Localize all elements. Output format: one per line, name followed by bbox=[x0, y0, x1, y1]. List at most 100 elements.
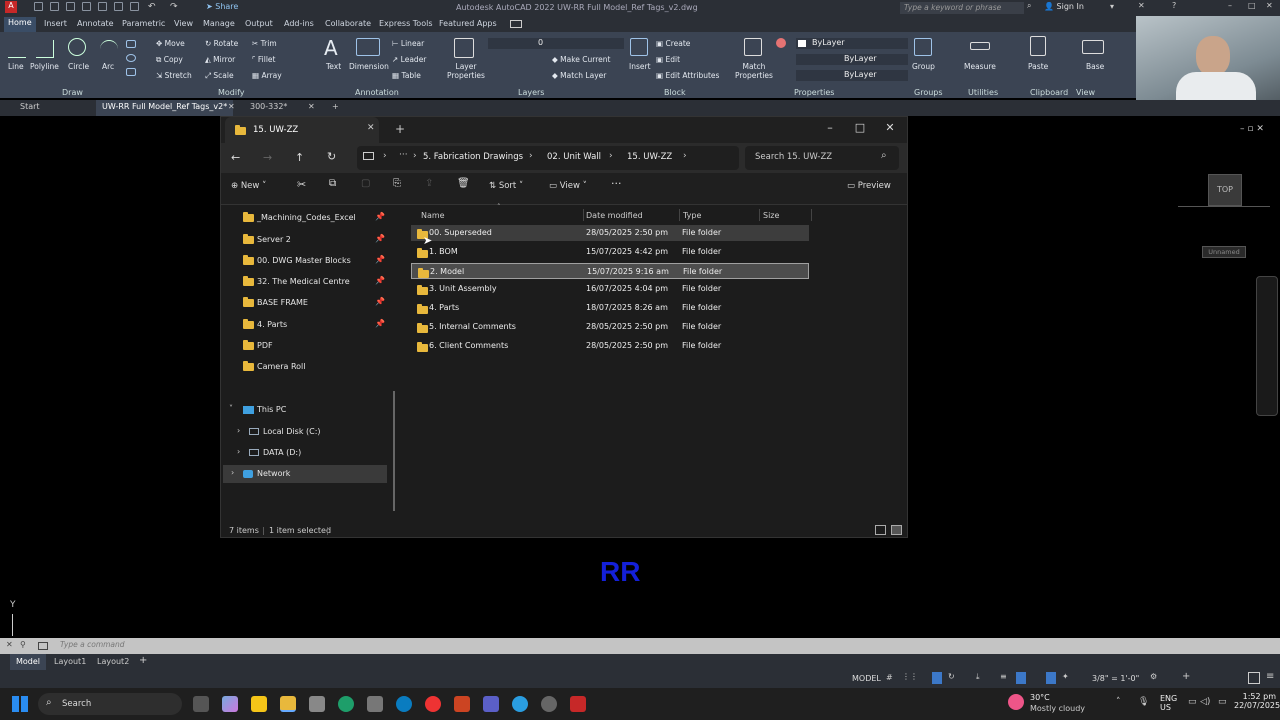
maximize-icon[interactable]: □ bbox=[847, 121, 873, 137]
skype-icon[interactable] bbox=[396, 696, 412, 712]
settings-icon[interactable]: ⚲ bbox=[20, 640, 26, 649]
close-tab-icon[interactable]: ✕ bbox=[308, 102, 315, 111]
viewport-controls[interactable]: – ▫ ✕ bbox=[1240, 124, 1264, 134]
weather-desc[interactable]: Mostly cloudy bbox=[1030, 704, 1085, 713]
trim-button[interactable]: ✂ Trim bbox=[252, 39, 277, 48]
file-row-client-comments[interactable]: 6. Client Comments 28/05/2025 2:50 pm File… bbox=[411, 338, 809, 354]
chevron-up-icon[interactable]: ˄ bbox=[1116, 697, 1121, 707]
circle-button[interactable]: Circle bbox=[68, 62, 89, 71]
group-view[interactable]: View bbox=[1076, 88, 1095, 97]
layer-dropdown[interactable]: 0 bbox=[488, 38, 624, 49]
rename-icon[interactable]: ⎘ bbox=[393, 178, 401, 189]
move-button[interactable]: ✥ Move bbox=[156, 39, 185, 48]
edge-icon[interactable] bbox=[338, 696, 354, 712]
group-modify[interactable]: Modify bbox=[218, 88, 245, 97]
language-indicator[interactable]: ENG US bbox=[1160, 694, 1177, 712]
column-type[interactable]: Type bbox=[683, 211, 701, 220]
layout-tab-layout1[interactable]: Layout1 bbox=[54, 657, 86, 666]
base-button[interactable]: Base bbox=[1086, 62, 1104, 71]
wifi-icon[interactable]: ▭ bbox=[1188, 697, 1197, 707]
ribbon-tab-insert[interactable]: Insert bbox=[44, 19, 67, 28]
details-view-icon[interactable] bbox=[875, 525, 886, 535]
ribbon-tab-parametric[interactable]: Parametric bbox=[122, 19, 165, 28]
autocad-logo-icon[interactable]: A bbox=[5, 1, 17, 13]
copy-button[interactable]: ⧉ Copy bbox=[156, 55, 183, 65]
mirror-button[interactable]: ◭ Mirror bbox=[205, 55, 235, 64]
ribbon-tab-add-ins[interactable]: Add-ins bbox=[284, 19, 314, 28]
save-icon[interactable] bbox=[66, 2, 75, 11]
linear-button[interactable]: ⊢ Linear bbox=[392, 39, 424, 48]
column-divider[interactable] bbox=[583, 209, 584, 221]
share-button[interactable]: ➤ Share bbox=[206, 2, 238, 11]
snap-icon[interactable]: ⋮⋮ bbox=[902, 672, 918, 681]
navigation-bar[interactable] bbox=[1256, 276, 1278, 416]
file-row-internal-comments[interactable]: 5. Internal Comments 28/05/2025 2:50 pm Fi… bbox=[411, 319, 809, 335]
text-icon[interactable]: A bbox=[324, 36, 338, 60]
arc-button[interactable]: Arc bbox=[102, 62, 114, 71]
pin-icon[interactable]: 📌 bbox=[375, 234, 385, 243]
add-layout-icon[interactable]: + bbox=[139, 655, 147, 666]
sign-in-button[interactable]: 👤 Sign In bbox=[1044, 2, 1084, 11]
search-icon[interactable]: ⌕ bbox=[1027, 1, 1031, 11]
file-row-parts[interactable]: 4. Parts 18/07/2025 8:26 am File folder bbox=[411, 300, 809, 316]
measure-icon[interactable] bbox=[970, 42, 990, 50]
ribbon-tab-home[interactable]: Home bbox=[4, 17, 36, 32]
share-icon[interactable]: ⇪ bbox=[425, 178, 433, 189]
more-options-icon[interactable]: ··· bbox=[611, 177, 622, 190]
preview-button[interactable]: ▭ Preview bbox=[847, 181, 891, 191]
redo-icon[interactable]: ↷ bbox=[170, 2, 178, 12]
forward-icon[interactable]: → bbox=[263, 151, 272, 164]
linetype-dropdown[interactable]: ByLayer bbox=[796, 54, 908, 65]
circle-icon[interactable] bbox=[68, 38, 86, 56]
ribbon-tab-collaborate[interactable]: Collaborate bbox=[325, 19, 371, 28]
layout-tab-model[interactable]: Model bbox=[10, 654, 47, 670]
refresh-icon[interactable]: ↻ bbox=[327, 150, 336, 163]
array-button[interactable]: ▦ Array bbox=[252, 71, 282, 80]
pin-icon[interactable]: 📌 bbox=[375, 319, 385, 328]
grid-icon[interactable]: # bbox=[886, 673, 893, 682]
nav-item-this-pc[interactable]: ˅ This PC bbox=[227, 401, 387, 419]
command-input[interactable]: Type a command bbox=[60, 640, 1260, 652]
doc-tab-300[interactable]: 300-332* bbox=[250, 102, 287, 111]
delete-icon[interactable]: 🗑 bbox=[457, 178, 470, 189]
add-icon[interactable]: + bbox=[1182, 671, 1190, 682]
open-icon[interactable] bbox=[50, 2, 59, 11]
layer-properties-button[interactable]: Layer Properties bbox=[446, 62, 486, 80]
chevron-right-icon[interactable]: › bbox=[231, 468, 234, 477]
new-icon[interactable] bbox=[34, 2, 43, 11]
pin-icon[interactable]: 📌 bbox=[375, 276, 385, 285]
group-annotation[interactable]: Annotation bbox=[355, 88, 399, 97]
new-tab-icon[interactable]: + bbox=[395, 122, 405, 136]
copy-icon[interactable]: ⧉ bbox=[329, 178, 336, 189]
up-icon[interactable]: ↑ bbox=[295, 151, 304, 164]
wps-icon[interactable] bbox=[454, 696, 470, 712]
ribbon-tab-annotate[interactable]: Annotate bbox=[77, 19, 114, 28]
insert-icon[interactable] bbox=[630, 38, 648, 56]
minimize-icon[interactable]: – bbox=[817, 121, 843, 137]
ortho-icon[interactable] bbox=[932, 672, 942, 684]
sticky-notes-icon[interactable] bbox=[251, 696, 267, 712]
ribbon-tab-manage[interactable]: Manage bbox=[203, 19, 235, 28]
color-wheel-icon[interactable] bbox=[776, 38, 786, 48]
nav-item-local-disk[interactable]: › Local Disk (C:) bbox=[227, 423, 387, 441]
nav-item-server-2[interactable]: Server 2 📌 bbox=[227, 231, 387, 249]
group-icon[interactable] bbox=[914, 38, 932, 56]
ellipse-icon[interactable] bbox=[126, 54, 136, 62]
breadcrumb-item[interactable]: 02. Unit Wall bbox=[547, 152, 601, 162]
ribbon-tab-output[interactable]: Output bbox=[245, 19, 273, 28]
plot-icon[interactable] bbox=[98, 2, 107, 11]
nav-item-parts[interactable]: 4. Parts 📌 bbox=[227, 316, 387, 334]
column-divider[interactable] bbox=[811, 209, 812, 221]
nav-item-camera-roll[interactable]: Camera Roll bbox=[227, 358, 387, 376]
group-utilities[interactable]: Utilities bbox=[968, 88, 998, 97]
stretch-button[interactable]: ⇲ Stretch bbox=[156, 71, 192, 80]
group-button[interactable]: Group bbox=[912, 62, 935, 71]
transparency-icon[interactable] bbox=[1016, 672, 1026, 684]
doc-tab-start[interactable]: Start bbox=[20, 102, 40, 111]
ucs-unnamed[interactable]: Unnamed bbox=[1202, 246, 1246, 258]
workspace-gear-icon[interactable]: ⚙ bbox=[1150, 672, 1157, 681]
breadcrumb-item[interactable]: 5. Fabrication Drawings bbox=[423, 152, 523, 162]
line-icon[interactable] bbox=[8, 40, 26, 58]
column-divider[interactable] bbox=[679, 209, 680, 221]
rectangle-icon[interactable] bbox=[126, 40, 136, 48]
